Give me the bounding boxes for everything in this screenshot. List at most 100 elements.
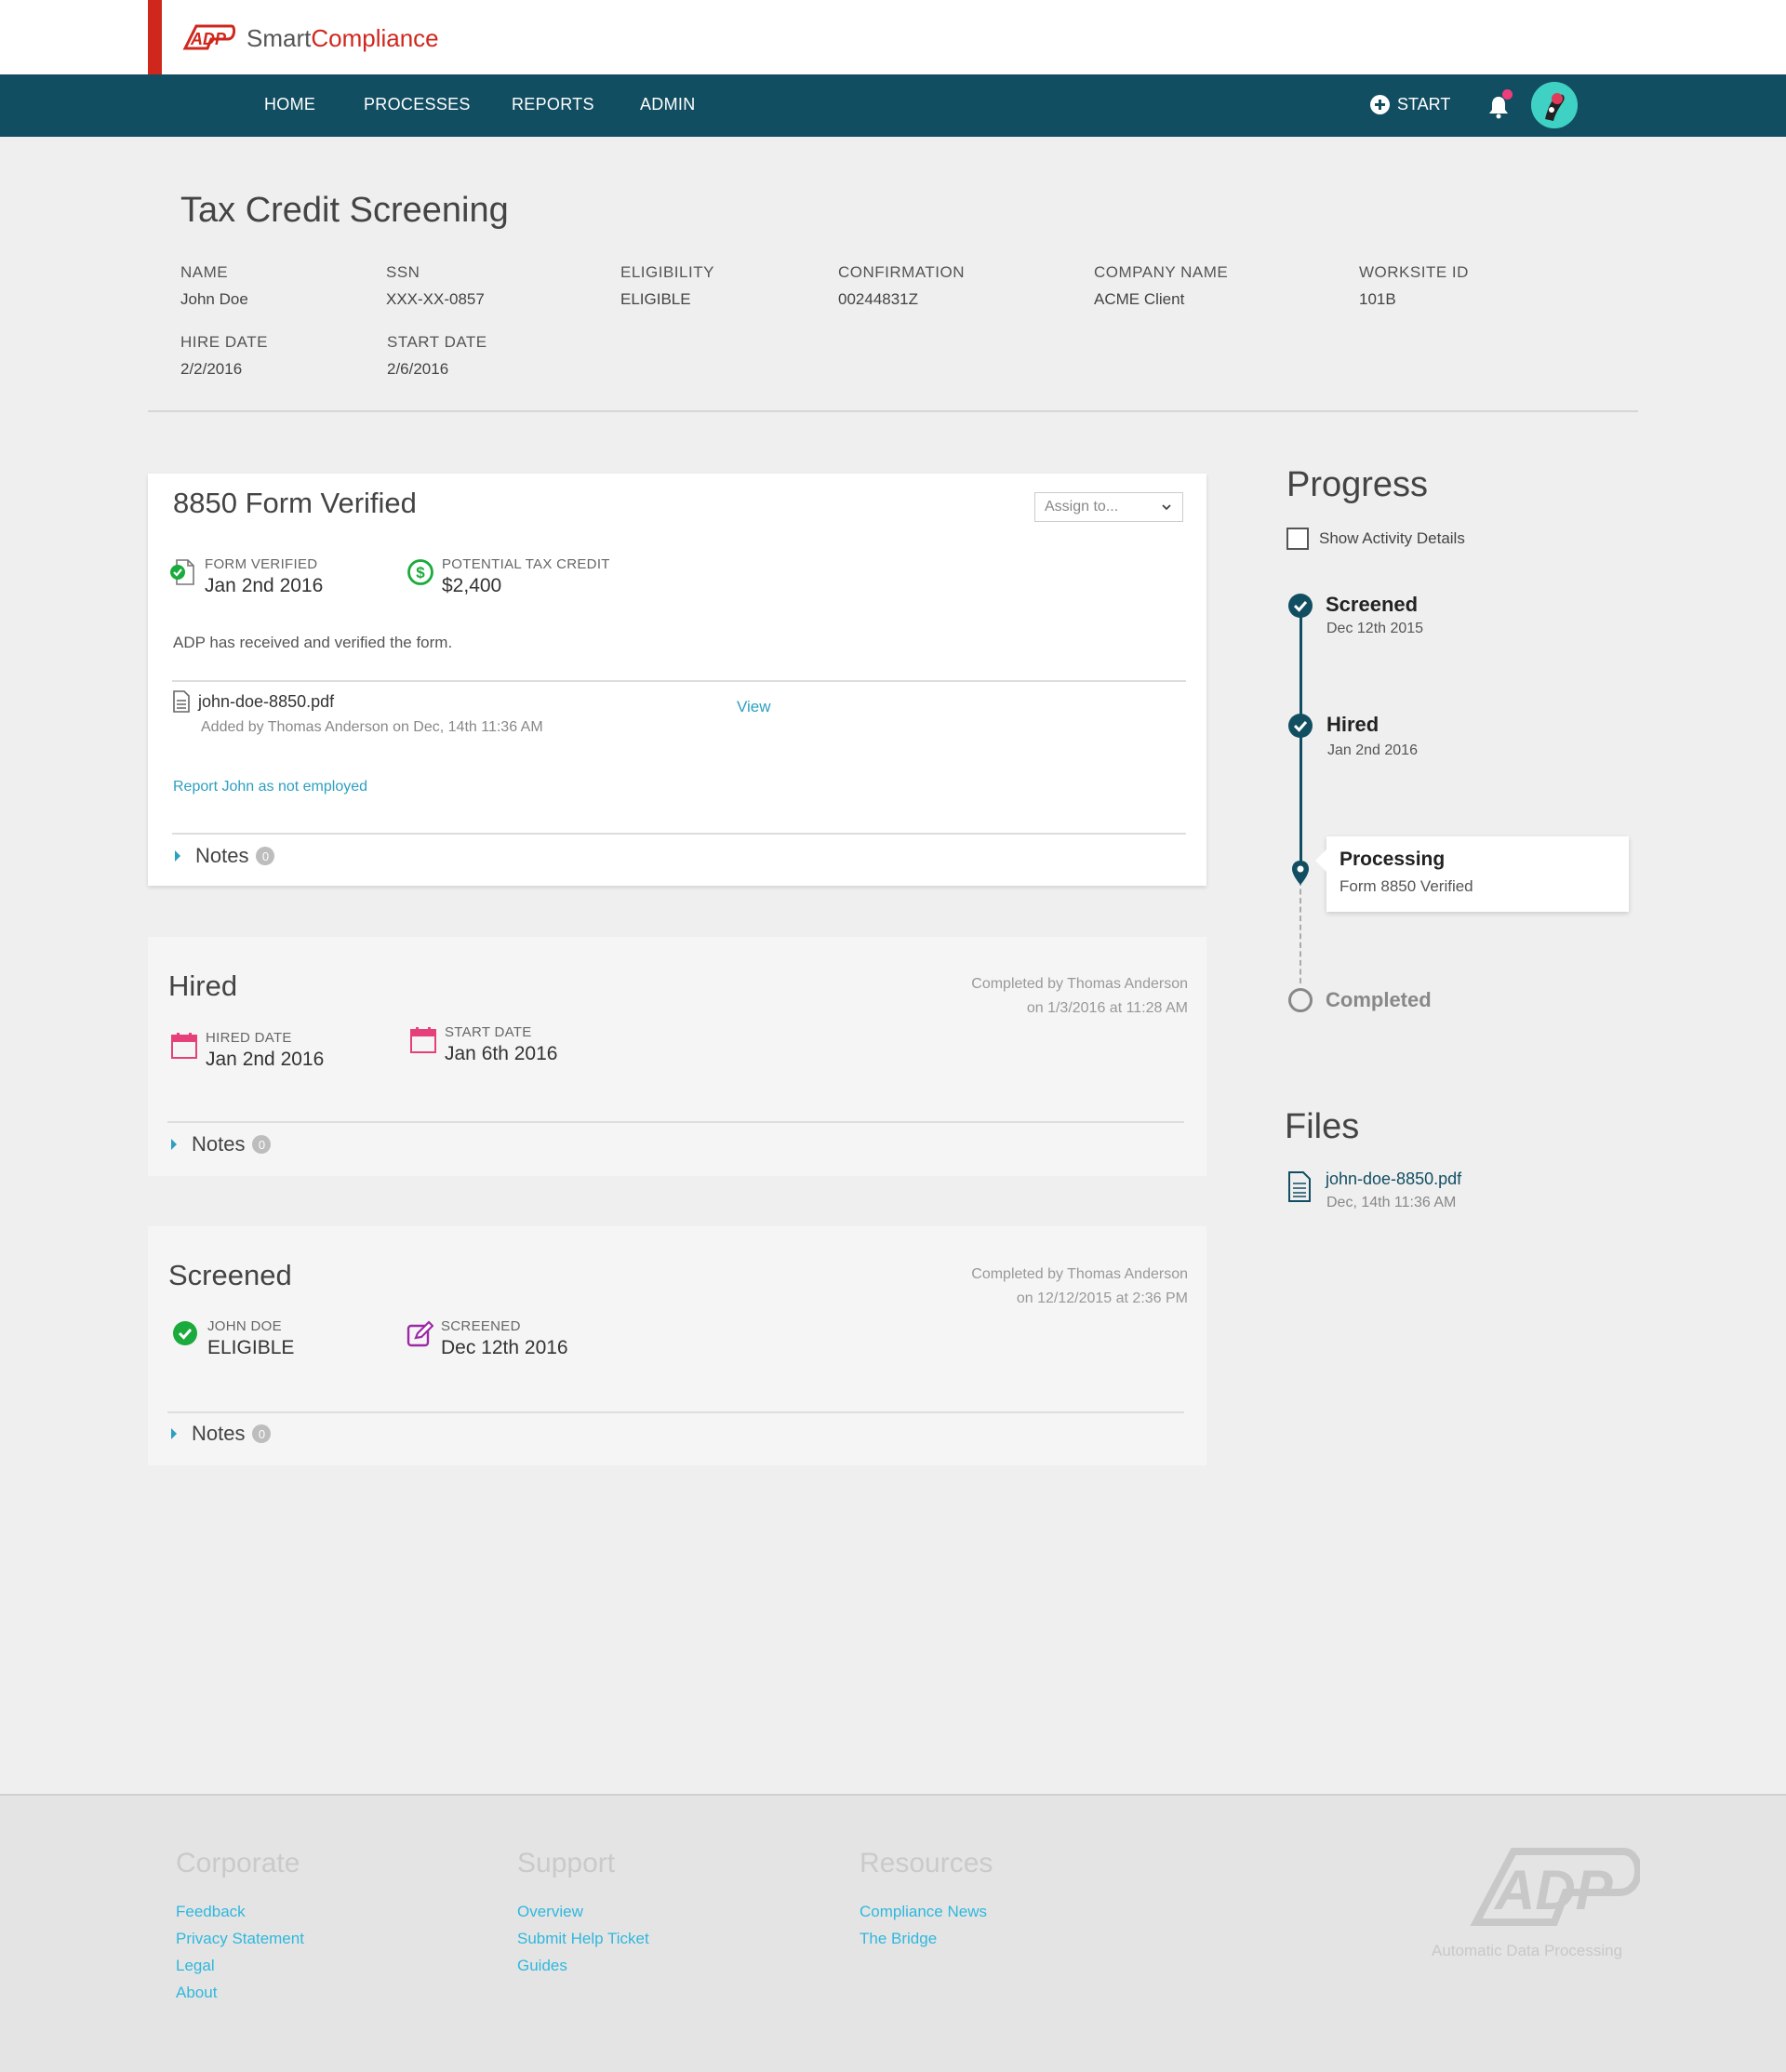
attached-file-meta: Added by Thomas Anderson on Dec, 14th 11… [201,719,543,735]
meta-worksite: WORKSITE ID 101B [1359,263,1469,309]
footer-link-privacy[interactable]: Privacy Statement [176,1925,304,1952]
form-verified-card: 8850 Form Verified Assign to... FORM VER… [148,474,1206,886]
brand-accent-strip [148,0,162,74]
footer-link-legal[interactable]: Legal [176,1952,304,1979]
check-circle-icon [173,1321,197,1345]
notes-label: Notes [192,1132,246,1156]
timeline-line-pending [1300,880,1301,983]
meta-hire-date-value: 2/2/2016 [180,360,243,378]
footer: Corporate Feedback Privacy Statement Leg… [0,1794,1786,2072]
calendar-icon [171,1033,197,1059]
notes-count-badge: 0 [256,847,275,865]
page-title: Tax Credit Screening [180,191,509,230]
calendar-icon [410,1027,436,1053]
step-hired-title: Hired [1326,713,1379,736]
caret-right-icon [171,1428,177,1439]
footer-heading: Resources [860,1848,993,1878]
notes-label: Notes [195,844,249,867]
screened-title: Screened [168,1259,292,1291]
side-file-date: Dec, 14th 11:36 AM [1326,1195,1457,1210]
document-icon [173,690,190,713]
form-verified-label: FORM VERIFIED [205,556,318,572]
step-processing-title: Processing [1340,849,1446,870]
meta-hire-date-label: HIRE DATE [180,333,268,351]
report-not-employed-link[interactable]: Report John as not employed [173,779,367,795]
form-verified-message: ADP has received and verified the form. [173,634,453,651]
nav-processes[interactable]: PROCESSES [364,95,471,114]
footer-link-overview[interactable]: Overview [517,1898,649,1925]
caret-right-icon [175,850,180,862]
nav-admin[interactable]: ADMIN [640,95,696,114]
app-name-prefix: Smart [247,24,312,52]
caret-right-icon [171,1139,177,1150]
footer-link-feedback[interactable]: Feedback [176,1898,304,1925]
check-circle-icon [1288,714,1313,738]
assign-placeholder: Assign to... [1045,499,1119,515]
footer-col-resources: Resources Compliance News The Bridge [860,1848,993,1952]
start-date-label: START DATE [445,1024,532,1040]
notes-toggle[interactable]: Notes 0 [171,1132,272,1156]
avatar-image [1531,82,1578,128]
adp-footer-logo: ADP [1470,1848,1640,1926]
start-button[interactable]: START [1370,95,1450,114]
meta-start-date: START DATE 2/6/2016 [387,333,487,379]
show-activity-checkbox[interactable] [1286,528,1309,550]
hired-completed-line2: on 1/3/2016 at 11:28 AM [1026,1000,1188,1016]
dollar-icon: $ [407,559,433,585]
meta-worksite-label: WORKSITE ID [1359,263,1469,281]
document-icon [1288,1171,1311,1202]
hired-date-label: HIRED DATE [206,1030,292,1046]
meta-ssn: SSN XXX-XX-0857 [386,263,485,309]
assign-dropdown[interactable]: Assign to... [1034,492,1183,522]
meta-start-date-label: START DATE [387,333,487,351]
current-step-card: Processing Form 8850 Verified [1315,836,1629,912]
meta-eligibility: ELIGIBILITY ELIGIBLE [620,263,714,309]
plus-circle-icon [1370,95,1390,114]
eligibility-value: ELIGIBLE [207,1337,295,1358]
avatar[interactable] [1531,82,1578,128]
footer-link-about[interactable]: About [176,1979,304,2006]
meta-name: NAME John Doe [180,263,248,309]
step-screened-title: Screened [1326,593,1419,616]
footer-link-compliance-news[interactable]: Compliance News [860,1898,993,1925]
step-screened-date: Dec 12th 2015 [1326,621,1424,636]
meta-eligibility-label: ELIGIBILITY [620,263,714,281]
screened-card: Screened Completed by Thomas Anderson on… [148,1226,1206,1465]
start-date-value: Jan 6th 2016 [445,1043,558,1064]
show-activity-label: Show Activity Details [1319,529,1465,547]
footer-link-the-bridge[interactable]: The Bridge [860,1925,993,1952]
notes-toggle[interactable]: Notes 0 [175,844,275,868]
footer-link-guides[interactable]: Guides [517,1952,649,1979]
notes-count-badge: 0 [252,1135,272,1154]
view-file-link[interactable]: View [737,698,771,716]
footer-col-support: Support Overview Submit Help Ticket Guid… [517,1848,649,1979]
timeline-line-completed [1300,616,1302,864]
app-name: SmartCompliance [247,24,439,53]
nav-reports[interactable]: REPORTS [512,95,594,114]
meta-ssn-label: SSN [386,263,420,281]
hired-card: Hired Completed by Thomas Anderson on 1/… [148,937,1206,1176]
attached-file-name[interactable]: john-doe-8850.pdf [198,692,334,712]
screened-completed-line1: Completed by Thomas Anderson [971,1266,1188,1282]
tax-credit-label: POTENTIAL TAX CREDIT [442,556,610,572]
notification-badge [1502,89,1513,100]
card-divider [172,680,1186,682]
files-title: Files [1285,1107,1360,1146]
adp-logo[interactable]: ADP [180,22,235,52]
adp-logo-text: ADP [190,30,227,48]
footer-link-help-ticket[interactable]: Submit Help Ticket [517,1925,649,1952]
meta-company-value: ACME Client [1094,290,1185,308]
nav-home[interactable]: HOME [264,95,315,114]
progress-title: Progress [1286,465,1429,504]
hired-title: Hired [168,969,238,1002]
side-file-name[interactable]: john-doe-8850.pdf [1326,1170,1461,1189]
card-divider [172,833,1186,835]
hired-date-value: Jan 2nd 2016 [206,1049,325,1070]
footer-col-corporate: Corporate Feedback Privacy Statement Leg… [176,1848,304,2006]
meta-confirmation: CONFIRMATION 00244831Z [838,263,965,309]
adp-footer-logo-text: ADP [1493,1859,1614,1921]
notes-toggle[interactable]: Notes 0 [171,1422,272,1446]
notes-count-badge: 0 [252,1424,272,1443]
form-verified-value: Jan 2nd 2016 [205,575,324,596]
show-activity-details[interactable]: Show Activity Details [1286,528,1465,550]
